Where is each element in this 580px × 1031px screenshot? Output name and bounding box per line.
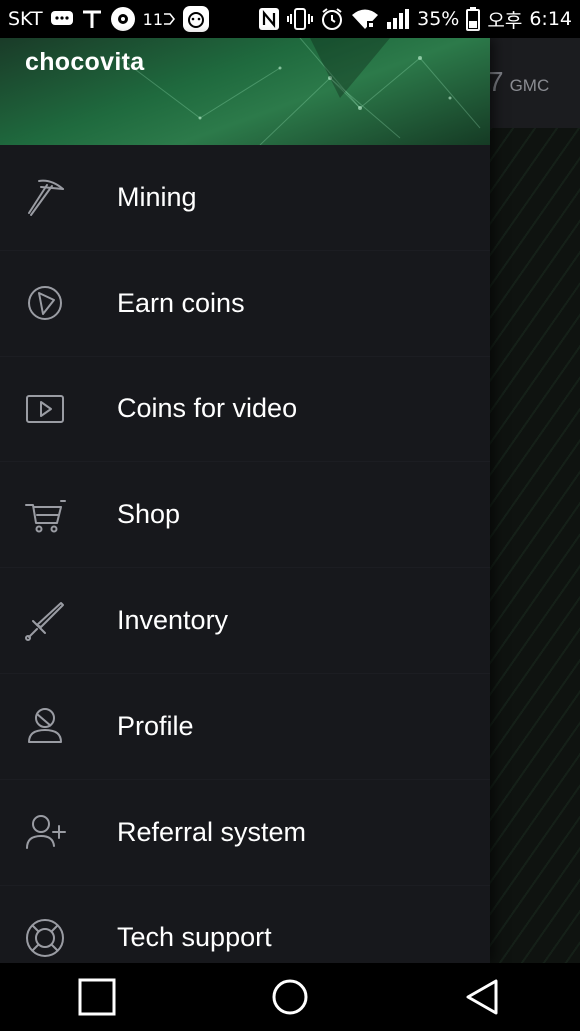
menu-label-referral-system: Referral system — [117, 816, 307, 847]
battery-percent: 35% — [417, 8, 460, 30]
menu-label-tech-support: Tech support — [117, 922, 272, 953]
music-icon — [110, 6, 136, 32]
vibrate-icon — [287, 7, 314, 31]
balance-value: 7 — [488, 66, 504, 97]
play-circle-icon — [22, 280, 68, 326]
pickaxe-icon — [22, 174, 68, 220]
background-body — [490, 128, 580, 963]
11st-label: 11 — [142, 9, 164, 29]
user-icon — [22, 703, 68, 749]
menu-item-earn-coins[interactable]: Earn coins — [0, 251, 490, 357]
circle-icon — [272, 979, 308, 1015]
battery-icon — [466, 7, 481, 31]
menu-label-mining: Mining — [117, 181, 197, 212]
drawer-header: chocovita — [0, 38, 490, 145]
11st-icon: 11 — [142, 9, 176, 29]
app-notification-icon — [182, 5, 210, 33]
add-user-icon — [22, 809, 68, 855]
menu-label-earn-coins: Earn coins — [117, 287, 245, 318]
square-icon — [78, 978, 116, 1016]
balance-display: 7 GMC — [488, 66, 549, 98]
menu-item-shop[interactable]: Shop — [0, 462, 490, 569]
menu-item-coins-for-video[interactable]: Coins for video — [0, 357, 490, 463]
menu-item-inventory[interactable]: Inventory — [0, 568, 490, 674]
menu-label-inventory: Inventory — [117, 605, 229, 636]
time-period: 오후 — [487, 9, 523, 32]
home-button[interactable] — [260, 967, 320, 1027]
sword-icon — [22, 598, 68, 644]
tmap-icon — [81, 8, 103, 30]
cart-icon — [22, 492, 68, 538]
nfc-icon — [258, 7, 280, 31]
menu-label-coins-for-video: Coins for video — [117, 393, 298, 424]
system-nav-bar — [0, 963, 580, 1031]
carrier-label: SKT — [8, 8, 43, 30]
menu-item-profile[interactable]: Profile — [0, 674, 490, 780]
menu-item-referral-system[interactable]: Referral system — [0, 780, 490, 886]
signal-icon — [386, 8, 410, 30]
status-bar: SKT 11 35% 오후 6:14 — [0, 0, 580, 38]
menu-label-shop: Shop — [117, 499, 181, 530]
clock: 6:14 — [529, 8, 572, 30]
username: chocovita — [25, 48, 145, 76]
message-icon — [50, 9, 74, 29]
alarm-icon — [320, 7, 344, 31]
wifi-icon — [351, 8, 379, 30]
navigation-drawer: chocovita Mining Earn coins Coins for vi… — [0, 38, 490, 992]
menu-label-profile: Profile — [117, 710, 194, 741]
video-icon — [22, 386, 68, 432]
recent-apps-button[interactable] — [67, 967, 127, 1027]
drawer-menu: Mining Earn coins Coins for video Shop I… — [0, 145, 490, 992]
lifebuoy-icon — [22, 915, 68, 961]
back-triangle-icon — [466, 979, 498, 1015]
menu-item-mining[interactable]: Mining — [0, 145, 490, 251]
balance-unit: GMC — [509, 76, 550, 95]
back-button[interactable] — [453, 967, 513, 1027]
